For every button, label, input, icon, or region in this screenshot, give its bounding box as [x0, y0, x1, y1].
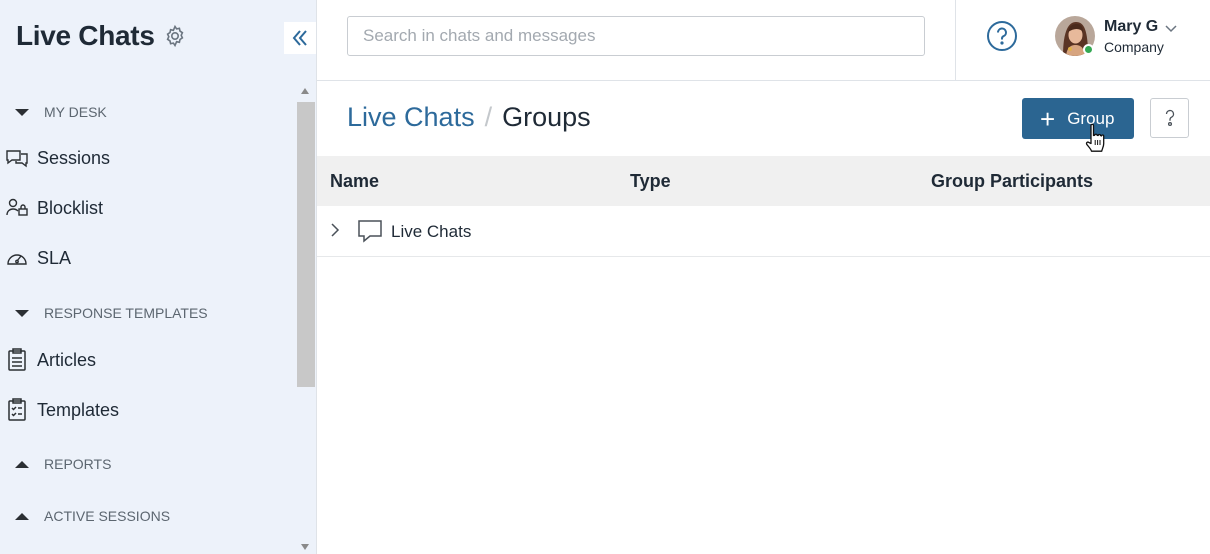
- sidebar-item-templates[interactable]: Templates: [0, 390, 296, 430]
- breadcrumb-separator: /: [484, 102, 493, 132]
- user-lock-icon: [5, 196, 29, 220]
- sidebar-item-blocklist[interactable]: Blocklist: [0, 188, 296, 228]
- sidebar-item-label: Articles: [37, 349, 97, 370]
- question-circle-icon: [987, 21, 1017, 51]
- user-name[interactable]: Mary G: [1104, 18, 1158, 36]
- chevron-right-icon[interactable]: [330, 223, 340, 242]
- plus-icon: +: [1040, 103, 1056, 134]
- clipboard-icon: [5, 348, 29, 372]
- section-label: RESPONSE TEMPLATES: [44, 305, 208, 321]
- section-label: ACTIVE SESSIONS: [44, 508, 171, 524]
- caret-up-icon: [15, 512, 29, 520]
- clipboard-list-icon: [5, 398, 29, 422]
- scroll-up-arrow-icon[interactable]: [301, 88, 309, 94]
- sidebar-item-sessions[interactable]: Sessions: [0, 138, 296, 178]
- sidebar-scrollbar[interactable]: [296, 84, 316, 554]
- chat-bubble-icon: [357, 218, 383, 249]
- user-company: Company: [1104, 39, 1164, 55]
- help-button[interactable]: [986, 20, 1018, 52]
- column-header-type[interactable]: Type: [630, 171, 671, 192]
- caret-down-icon: [15, 108, 29, 116]
- sidebar-nav: MY DESK Sessions Blocklist SLA RESPONSE …: [0, 84, 296, 554]
- question-mark-icon: [1165, 109, 1174, 127]
- sidebar-item-label: Templates: [37, 399, 120, 420]
- sidebar-item-articles[interactable]: Articles: [0, 340, 296, 380]
- scroll-down-arrow-icon[interactable]: [301, 544, 309, 550]
- section-reports[interactable]: REPORTS: [0, 452, 111, 476]
- chat-bubbles-icon: [5, 146, 29, 170]
- search-input[interactable]: [347, 16, 925, 56]
- sidebar-item-label: Blocklist: [37, 197, 104, 218]
- chevron-down-icon[interactable]: [1165, 20, 1177, 38]
- caret-up-icon: [15, 460, 29, 468]
- section-active-sessions[interactable]: ACTIVE SESSIONS: [0, 504, 170, 528]
- breadcrumb: Live Chats / Groups: [347, 102, 591, 133]
- caret-down-icon: [15, 309, 29, 317]
- section-label: REPORTS: [44, 456, 112, 472]
- sidebar-item-label: Sessions: [37, 147, 111, 168]
- gauge-icon: [5, 246, 29, 270]
- collapse-sidebar-button[interactable]: [284, 22, 316, 54]
- app-root: Live Chats MY DESK Sessions Blocklist SL…: [0, 0, 1210, 554]
- table-header: Name Type Group Participants: [317, 156, 1210, 206]
- scroll-thumb[interactable]: [297, 102, 315, 387]
- divider: [955, 0, 956, 80]
- section-my-desk[interactable]: MY DESK: [0, 100, 107, 124]
- column-header-participants[interactable]: Group Participants: [931, 171, 1093, 192]
- section-response-templates[interactable]: RESPONSE TEMPLATES: [0, 301, 208, 325]
- sidebar-header: Live Chats: [16, 20, 187, 52]
- breadcrumb-link-live-chats[interactable]: Live Chats: [347, 102, 475, 133]
- online-status-indicator: [1083, 44, 1094, 55]
- group-name: Live Chats: [391, 222, 472, 241]
- sidebar-item-sla[interactable]: SLA: [0, 238, 296, 278]
- column-header-name[interactable]: Name: [330, 171, 379, 192]
- sidebar-title: Live Chats: [16, 20, 155, 51]
- hand-pointer-cursor-icon: [1083, 122, 1107, 156]
- add-group-button[interactable]: + Group: [1022, 98, 1134, 139]
- top-bar: Mary G Company: [317, 0, 1210, 81]
- page-help-button[interactable]: [1150, 98, 1189, 138]
- sidebar: Live Chats MY DESK Sessions Blocklist SL…: [0, 0, 317, 554]
- section-label: MY DESK: [44, 104, 107, 120]
- table-row[interactable]: Live Chats: [317, 206, 1210, 257]
- double-chevron-left-icon: [292, 30, 307, 46]
- sidebar-item-label: SLA: [37, 247, 72, 268]
- page-title: Groups: [502, 102, 591, 132]
- gear-icon[interactable]: [163, 24, 187, 48]
